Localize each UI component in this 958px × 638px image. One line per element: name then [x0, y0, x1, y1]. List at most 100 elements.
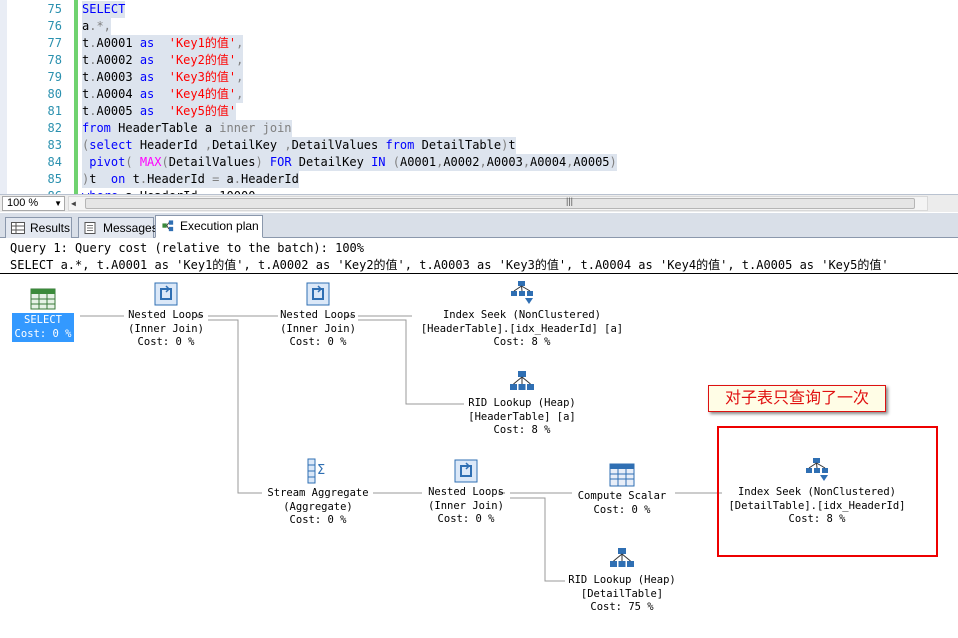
line-number: 81 [47, 104, 62, 118]
code-token: A0001 [399, 155, 437, 169]
code-line: 79 t.A0003 as 'Key3的值', [0, 69, 958, 86]
plan-node-nested-loops-3[interactable]: Nested Loops (Inner Join) Cost: 0 % [418, 459, 514, 527]
code-token: IN [371, 155, 386, 169]
node-title: Compute Scalar [577, 490, 667, 502]
plan-node-nested-loops-2[interactable]: Nested Loops (Inner Join) Cost: 0 % [270, 282, 366, 350]
code-token: from [82, 121, 111, 135]
grip-icon: ||| [566, 196, 574, 206]
node-title: Nested Loops [428, 486, 504, 498]
code-token: t [89, 172, 111, 186]
code-token: from [385, 138, 415, 152]
code-token: , [236, 53, 244, 67]
node-cost: Cost: 0 % [289, 336, 347, 348]
tab-execution-plan[interactable]: Execution plan [155, 215, 263, 238]
code-line: 83 (select HeaderId ,DetailKey ,DetailVal… [0, 137, 958, 154]
code-token: DetailKey [291, 155, 372, 169]
chevron-down-icon: ▼ [54, 199, 62, 208]
tab-messages[interactable]: Messages [78, 217, 158, 238]
code-line: 78 t.A0002 as 'Key2的值', [0, 52, 958, 69]
code-token: on [110, 172, 126, 186]
code-token: A0001 [96, 36, 140, 50]
code-text: t.A0001 as 'Key1的值', [82, 35, 244, 52]
node-subtitle: [DetailTable] [580, 587, 664, 600]
node-cost: Cost: 0 % [289, 514, 347, 526]
plan-node-index-seek-header[interactable]: Index Seek (NonClustered) [HeaderTable].… [412, 280, 632, 350]
code-line: 75 SELECT [0, 1, 958, 18]
code-text: t.A0004 as 'Key4的值', [82, 86, 244, 103]
plan-node-rid-lookup-detail[interactable]: RID Lookup (Heap) [DetailTable] Cost: 75… [558, 547, 686, 615]
plan-node-compute-scalar[interactable]: Compute Scalar Cost: 0 % [570, 463, 674, 517]
line-number: 82 [47, 121, 62, 135]
code-text: SELECT [82, 1, 126, 18]
code-token: A0004 [530, 155, 567, 169]
line-number: 83 [47, 138, 62, 152]
svg-text:Σ: Σ [317, 463, 325, 478]
code-token: select [89, 138, 133, 152]
code-line: 80 t.A0004 as 'Key4的值', [0, 86, 958, 103]
code-token: 'Key2的值' [168, 53, 237, 67]
plan-node-rid-lookup-header[interactable]: RID Lookup (Heap) [HeaderTable] [a] Cost… [452, 370, 592, 438]
node-cost: Cost: 0 % [137, 336, 195, 348]
code-line: 85)t on t.HeaderId = a.HeaderId [0, 171, 958, 188]
code-token: FOR [269, 155, 292, 169]
execution-plan-icon [162, 220, 174, 232]
scroll-left-icon[interactable]: ◀ [71, 197, 76, 210]
node-cost: Cost: 8 % [493, 424, 551, 436]
code-text: t.A0002 as 'Key2的值', [82, 52, 244, 69]
code-text: t.A0005 as 'Key5的值' [82, 103, 237, 120]
node-cost: Cost: 0 % [593, 503, 651, 516]
zoom-dropdown[interactable]: 100 % ▼ [2, 196, 65, 211]
plan-node-stream-aggregate[interactable]: Σ Stream Aggregate (Aggregate) Cost: 0 % [258, 458, 378, 528]
tab-execution-plan-label: Execution plan [180, 219, 259, 233]
line-number: 76 [47, 19, 62, 33]
code-token: A0002 [443, 155, 480, 169]
code-token: A0003 [486, 155, 523, 169]
sql-editor[interactable]: 75 SELECT 76 a .*, 77 t.A0001 as 'Key1的值', 78 t.… [0, 0, 958, 194]
code-token: as [139, 36, 155, 50]
grid-icon [11, 222, 25, 234]
editor-status-bar: 100 % ▼ ◀ ||| [0, 194, 958, 212]
scrollbar-thumb[interactable]: ||| [85, 196, 915, 209]
code-token: , [236, 87, 244, 101]
node-cost: Cost: 75 % [590, 601, 654, 613]
node-subtitle: (Inner Join) [128, 322, 204, 335]
line-number: 84 [47, 155, 62, 169]
code-token: t [508, 138, 516, 152]
code-token: as [139, 53, 155, 67]
plan-node-nested-loops-1[interactable]: Nested Loops (Inner Join) Cost: 0 % [118, 282, 214, 350]
code-token: , [236, 36, 244, 50]
node-title: Nested Loops [128, 309, 204, 321]
rid-lookup-icon [610, 548, 634, 567]
code-token: 'Key3的值' [168, 70, 237, 84]
code-token: A0003 [96, 70, 140, 84]
select-node-label: SELECT Cost: 0 % [11, 313, 75, 342]
line-number: 77 [47, 36, 62, 50]
code-token: A0004 [96, 87, 140, 101]
connector [510, 497, 565, 582]
plan-node-select[interactable]: SELECT Cost: 0 % [8, 288, 78, 342]
code-line: 84 pivot( MAX(DetailValues) FOR DetailKe… [0, 154, 958, 171]
code-token: 'Key4的值' [168, 87, 237, 101]
nested-loops-icon [154, 282, 178, 306]
node-title: Stream Aggregate [267, 487, 369, 499]
code-line: 82 from HeaderTable a inner join [0, 120, 958, 137]
line-number: 78 [47, 53, 62, 67]
compute-scalar-icon [609, 463, 635, 487]
code-token: .*, [89, 19, 111, 33]
horizontal-scrollbar[interactable]: ◀ ||| [68, 196, 928, 211]
tab-results-label: Results [30, 221, 71, 235]
code-token: a [219, 172, 234, 186]
code-token: A0002 [96, 53, 140, 67]
code-token: inner join [219, 121, 292, 135]
node-title: RID Lookup (Heap) [568, 574, 676, 586]
node-cost: Cost: 0 % [437, 513, 495, 525]
code-line: 81 t.A0005 as 'Key5的值' [0, 103, 958, 120]
code-token: , [522, 155, 531, 169]
code-token: A0005 [96, 104, 140, 118]
code-token: DetailValues [291, 138, 386, 152]
tab-results[interactable]: Results [5, 217, 72, 238]
code-token: . [233, 172, 242, 186]
